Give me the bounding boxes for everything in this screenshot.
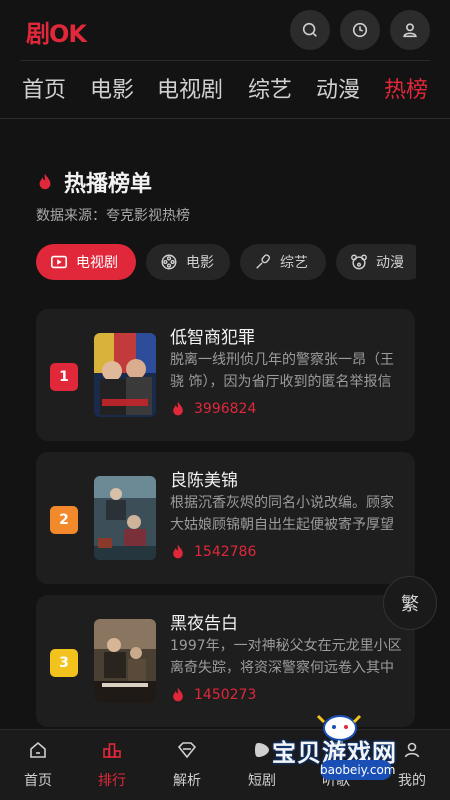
hot-score: 3996824	[170, 401, 256, 417]
bottom-nav-analysis[interactable]: 解析	[157, 740, 217, 790]
tab-home[interactable]: 首页	[22, 72, 66, 104]
rank-badge: 2	[50, 506, 78, 534]
rank-badge: 3	[50, 649, 78, 677]
search-icon	[302, 22, 317, 37]
flame-icon	[173, 401, 183, 416]
bottom-nav-home[interactable]: 首页	[8, 740, 68, 790]
tab-variety[interactable]: 综艺	[248, 72, 292, 104]
pill-variety[interactable]: 综艺	[240, 244, 326, 280]
data-source-text: 数据来源：夸克影视热榜	[36, 208, 190, 224]
tab-anime[interactable]: 动漫	[316, 72, 360, 104]
pill-label: 综艺	[280, 255, 308, 271]
tab-tv-series[interactable]: 电视剧	[157, 72, 223, 104]
pill-anime[interactable]: 动漫	[336, 244, 416, 280]
pill-label: 电影	[186, 255, 214, 271]
rank-card-2[interactable]: 2 良陈美锦 根据沉香灰烬的同名小说改编。顾家大姑娘顾锦朝自出生起便被寄予厚望 …	[36, 452, 415, 584]
hot-score: 1450273	[170, 687, 256, 703]
history-button[interactable]	[340, 10, 380, 50]
show-description: 根据沉香灰烬的同名小说改编。顾家大姑娘顾锦朝自出生起便被寄予厚望	[170, 495, 394, 533]
flame-icon	[39, 173, 51, 190]
hot-value: 1450273	[194, 687, 257, 703]
nav-divider	[0, 118, 450, 119]
tv-icon	[50, 255, 68, 269]
bottom-nav-label: 排行	[98, 773, 126, 789]
hot-value: 1542786	[194, 544, 257, 560]
category-pills: 电视剧 电影 综艺 动漫	[36, 244, 416, 280]
hot-score: 1542786	[170, 544, 256, 560]
bottom-nav-label: 短剧	[248, 773, 276, 789]
pill-label: 动漫	[376, 255, 404, 271]
show-title: 低智商犯罪	[170, 328, 255, 348]
watermark-url: baobeiy.com	[320, 760, 395, 780]
ranking-icon	[103, 743, 121, 758]
microphone-icon	[256, 254, 270, 269]
traditional-chinese-toggle[interactable]: 繁	[383, 576, 437, 630]
search-button[interactable]	[290, 10, 330, 50]
top-bar: 剧OK	[0, 0, 450, 62]
home-icon	[30, 741, 46, 758]
poster-image	[94, 333, 156, 417]
flame-icon	[173, 544, 183, 559]
app-logo[interactable]: 剧OK	[26, 14, 87, 49]
bottom-nav-ranking[interactable]: 排行	[82, 740, 142, 790]
show-title: 良陈美锦	[170, 471, 238, 491]
user-button[interactable]	[390, 10, 430, 50]
category-nav: 首页 电影 电视剧 综艺 动漫 热榜	[0, 62, 450, 118]
pill-label: 电视剧	[76, 255, 118, 271]
show-title: 黑夜告白	[170, 614, 238, 634]
bear-icon	[351, 254, 367, 270]
show-description: 1997年，一对神秘父女在元龙里小区离奇失踪，将资深警察何远卷入其中	[170, 638, 402, 676]
hot-value: 3996824	[194, 401, 257, 417]
section-title: 热播榜单	[64, 172, 153, 197]
pill-tv-series[interactable]: 电视剧	[36, 244, 136, 280]
bottom-nav-label: 解析	[173, 773, 201, 789]
show-description: 脱离一线刑侦几年的警察张一昂（王骁 饰），因为省厅收到的匿名举报信	[170, 352, 394, 390]
user-icon	[403, 23, 417, 38]
poster-image	[94, 476, 156, 560]
rank-badge: 1	[50, 363, 78, 391]
short-video-icon	[255, 743, 269, 757]
rank-card-1[interactable]: 1 低智商犯罪 脱离一线刑侦几年的警察张一昂（王骁 饰），因为省厅收到的匿名举报…	[36, 309, 415, 441]
header-divider	[20, 60, 430, 61]
flame-icon	[173, 687, 183, 702]
tab-movies[interactable]: 电影	[90, 72, 134, 104]
poster-image	[94, 619, 156, 703]
history-clock-icon	[352, 22, 368, 38]
film-reel-icon	[161, 254, 177, 270]
bottom-nav-label: 首页	[24, 773, 52, 789]
diamond-icon	[177, 742, 197, 759]
section-header: 热播榜单	[36, 166, 152, 198]
pill-movies[interactable]: 电影	[146, 244, 230, 280]
tab-hot-list[interactable]: 热榜	[384, 72, 428, 104]
